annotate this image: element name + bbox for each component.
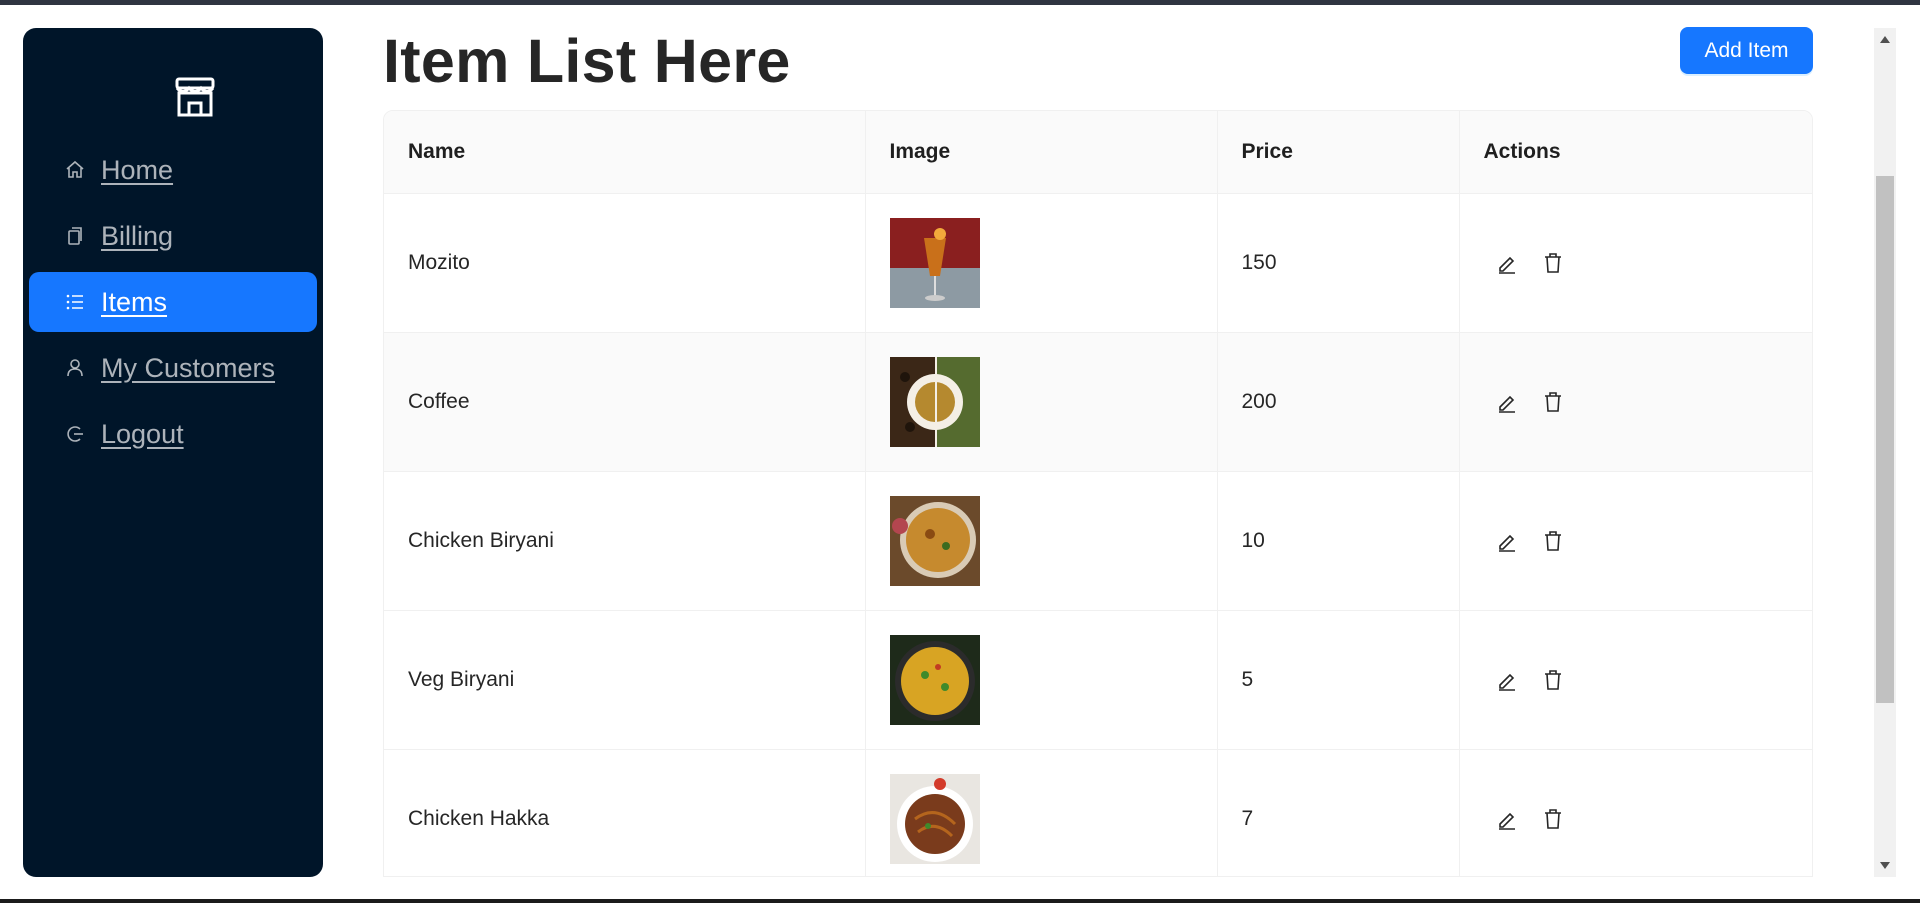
column-header-price: Price [1217,111,1460,194]
edit-icon[interactable] [1496,252,1518,274]
item-name: Mozito [384,193,866,333]
sidebar-item-label[interactable]: Items [101,287,167,318]
logout-icon [65,424,85,444]
edit-icon[interactable] [1496,669,1518,691]
chicken-biryani-photo [889,495,980,586]
sidebar-item-label[interactable]: Billing [101,221,173,252]
sidebar-item-items[interactable]: Items [29,272,317,332]
sidebar-item-billing[interactable]: Billing [29,206,317,266]
user-icon [65,358,85,378]
item-name: Chicken Biryani [384,471,866,611]
item-price: 150 [1217,193,1460,333]
coffee-cup-photo [889,356,980,447]
sidebar-item-home[interactable]: Home [29,140,317,200]
scrollbar-thumb[interactable] [1876,176,1894,703]
edit-icon[interactable] [1496,530,1518,552]
item-price: 200 [1217,332,1460,472]
scroll-down-arrow-icon[interactable] [1874,857,1896,875]
table-header-row: Name Image Price Actions [384,111,1812,194]
table-row: Veg Biryani 5 [384,610,1812,750]
unordered-list-icon [65,292,85,312]
delete-icon[interactable] [1542,252,1564,274]
item-price: 10 [1217,471,1460,611]
item-name: Chicken Hakka [384,749,866,876]
sidebar-menu: Home Billing Items My Customers Logout [29,140,317,470]
delete-icon[interactable] [1542,530,1564,552]
sidebar-item-label[interactable]: Logout [101,419,184,450]
storefront-icon [175,77,215,117]
page-title: Item List Here [383,27,791,95]
sidebar: Home Billing Items My Customers Logout [23,28,323,877]
sidebar-item-logout[interactable]: Logout [29,404,317,464]
table-row: Mozito 150 [384,193,1812,333]
vertical-scrollbar[interactable] [1874,28,1896,877]
item-price: 5 [1217,610,1460,750]
window-top-border [0,0,1920,5]
item-name: Veg Biryani [384,610,866,750]
veg-biryani-photo [889,634,980,725]
chicken-hakka-photo [889,773,980,864]
column-header-actions: Actions [1459,111,1812,194]
copy-icon [65,226,85,246]
item-price: 7 [1217,749,1460,876]
sidebar-item-my-customers[interactable]: My Customers [29,338,317,398]
window-bottom-border [0,899,1920,903]
column-header-image: Image [865,111,1218,194]
table-row: Coffee 200 [384,332,1812,472]
home-icon [65,160,85,180]
add-item-button[interactable]: Add Item [1680,27,1813,74]
table-row: Chicken Hakka 7 [384,749,1812,876]
mojito-drink-photo [889,217,980,308]
table-row: Chicken Biryani 10 [384,471,1812,611]
items-table: Name Image Price Actions Mozito 150 Coff… [383,110,1813,877]
edit-icon[interactable] [1496,808,1518,830]
scroll-up-arrow-icon[interactable] [1874,30,1896,48]
delete-icon[interactable] [1542,808,1564,830]
delete-icon[interactable] [1542,391,1564,413]
delete-icon[interactable] [1542,669,1564,691]
column-header-name: Name [384,111,866,194]
sidebar-item-label[interactable]: Home [101,155,173,186]
edit-icon[interactable] [1496,391,1518,413]
item-name: Coffee [384,332,866,472]
sidebar-item-label[interactable]: My Customers [101,353,275,384]
